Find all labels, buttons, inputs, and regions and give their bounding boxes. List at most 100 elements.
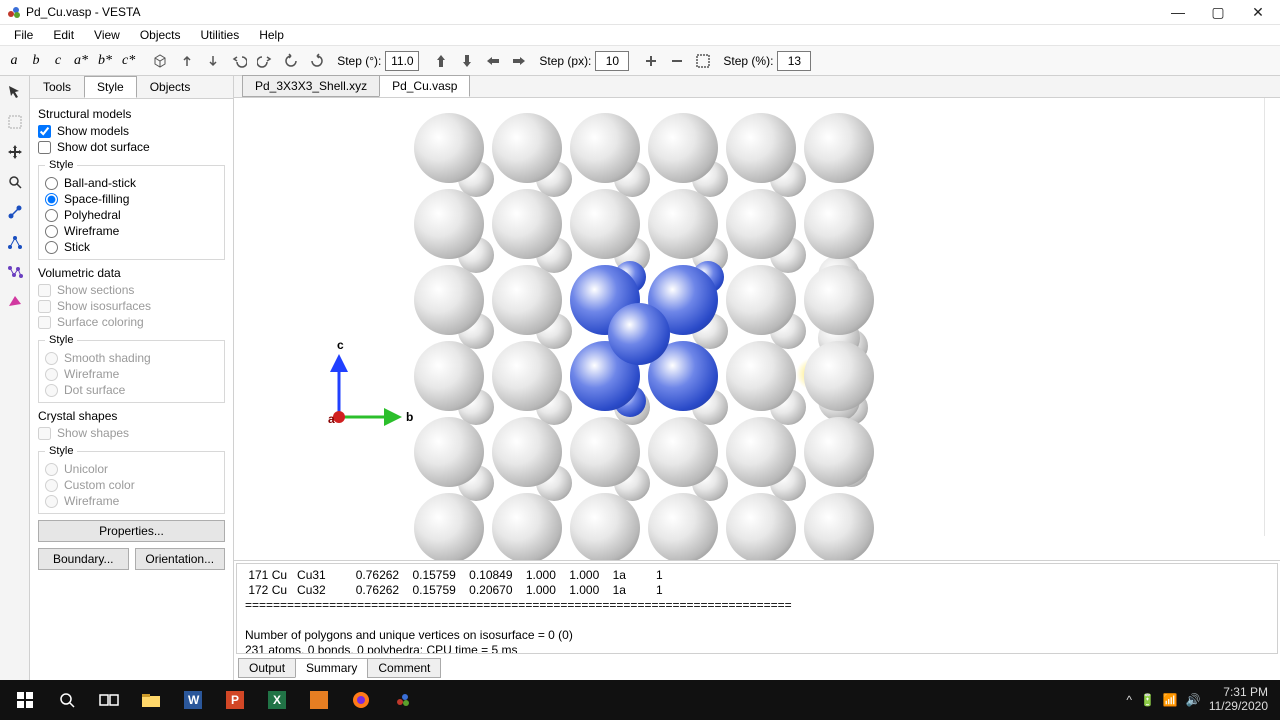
crystal-wireframe: Wireframe bbox=[45, 493, 218, 509]
rotate-cw-icon[interactable] bbox=[305, 49, 329, 73]
vesta-taskbar-icon[interactable] bbox=[382, 680, 424, 720]
fit-icon[interactable] bbox=[691, 49, 715, 73]
style-stick[interactable]: Stick bbox=[45, 239, 218, 255]
menu-help[interactable]: Help bbox=[249, 26, 294, 44]
tray-wifi-icon[interactable]: 📶 bbox=[1163, 693, 1178, 707]
redo-icon[interactable] bbox=[253, 49, 277, 73]
properties-button[interactable]: Properties... bbox=[38, 520, 225, 542]
atom-sphere bbox=[414, 493, 484, 560]
atom-sphere bbox=[492, 189, 562, 259]
tray-battery-icon[interactable]: 🔋 bbox=[1140, 693, 1155, 707]
style-space-filling[interactable]: Space-filling bbox=[45, 191, 218, 207]
rotate-ccw-icon[interactable] bbox=[279, 49, 303, 73]
axis-b-label: b bbox=[406, 410, 413, 424]
powerpoint-taskbar-icon[interactable]: P bbox=[214, 680, 256, 720]
view-cstar-button[interactable]: c* bbox=[118, 50, 139, 72]
firefox-taskbar-icon[interactable] bbox=[340, 680, 382, 720]
view-b-button[interactable]: b bbox=[26, 50, 46, 72]
view-bstar-button[interactable]: b* bbox=[94, 50, 116, 72]
system-tray[interactable]: ^ 🔋 📶 🔊 7:31 PM 11/29/2020 bbox=[1126, 686, 1276, 714]
atom-sphere bbox=[804, 113, 874, 183]
menu-utilities[interactable]: Utilities bbox=[191, 26, 250, 44]
rotate-up-icon[interactable] bbox=[175, 49, 199, 73]
translate-down-icon[interactable] bbox=[455, 49, 479, 73]
sidebar-tab-objects[interactable]: Objects bbox=[137, 76, 204, 98]
translate-right-icon[interactable] bbox=[507, 49, 531, 73]
word-taskbar-icon[interactable]: W bbox=[172, 680, 214, 720]
tray-volume-icon[interactable]: 🔊 bbox=[1186, 693, 1201, 707]
volumetric-data-heading: Volumetric data bbox=[38, 264, 225, 282]
svg-text:W: W bbox=[188, 693, 200, 707]
style-ball-and-stick[interactable]: Ball-and-stick bbox=[45, 175, 218, 191]
atom-sphere bbox=[726, 265, 796, 335]
atom-sphere bbox=[648, 189, 718, 259]
wireframe-cube-icon[interactable] bbox=[149, 49, 173, 73]
structural-models-heading: Structural models bbox=[38, 105, 225, 123]
translate-left-icon[interactable] bbox=[481, 49, 505, 73]
atom-sphere bbox=[648, 113, 718, 183]
tray-chevron-icon[interactable]: ^ bbox=[1126, 693, 1132, 707]
atom-sphere bbox=[726, 341, 796, 411]
show-shapes-checkbox: Show shapes bbox=[38, 425, 225, 441]
rotate-down-icon[interactable] bbox=[201, 49, 225, 73]
zoom-in-icon[interactable] bbox=[639, 49, 663, 73]
tab-pd-shell[interactable]: Pd_3X3X3_Shell.xyz bbox=[242, 75, 380, 97]
3d-viewport[interactable]: c b a ↖ bbox=[234, 98, 1280, 560]
explorer-taskbar-icon[interactable] bbox=[130, 680, 172, 720]
tab-pd-cu[interactable]: Pd_Cu.vasp bbox=[379, 75, 470, 97]
surface-coloring-checkbox: Surface coloring bbox=[38, 314, 225, 330]
crystal-shapes-heading: Crystal shapes bbox=[38, 407, 225, 425]
undo-icon[interactable] bbox=[227, 49, 251, 73]
excel-taskbar-icon[interactable]: X bbox=[256, 680, 298, 720]
move-icon[interactable] bbox=[3, 140, 27, 164]
step-deg-input[interactable] bbox=[385, 51, 419, 71]
start-button[interactable] bbox=[4, 680, 46, 720]
view-c-button[interactable]: c bbox=[48, 50, 68, 72]
menu-view[interactable]: View bbox=[84, 26, 130, 44]
tray-clock[interactable]: 7:31 PM 11/29/2020 bbox=[1209, 686, 1268, 714]
search-button[interactable] bbox=[46, 680, 88, 720]
menu-edit[interactable]: Edit bbox=[43, 26, 84, 44]
show-dot-surface-checkbox[interactable]: Show dot surface bbox=[38, 139, 225, 155]
app-taskbar-icon-1[interactable] bbox=[298, 680, 340, 720]
show-models-checkbox[interactable]: Show models bbox=[38, 123, 225, 139]
pointer-icon[interactable] bbox=[3, 80, 27, 104]
atom-sphere bbox=[726, 189, 796, 259]
angle-tool-icon[interactable] bbox=[3, 230, 27, 254]
magnify-icon[interactable] bbox=[3, 170, 27, 194]
select-rect-icon[interactable] bbox=[3, 110, 27, 134]
close-button[interactable]: ✕ bbox=[1238, 0, 1278, 24]
output-tab-output[interactable]: Output bbox=[238, 658, 296, 678]
sidebar: Tools Style Objects Structural models Sh… bbox=[30, 76, 234, 680]
zoom-out-icon[interactable] bbox=[665, 49, 689, 73]
style-polyhedral[interactable]: Polyhedral bbox=[45, 207, 218, 223]
orientation-button[interactable]: Orientation... bbox=[135, 548, 226, 570]
window-title: Pd_Cu.vasp - VESTA bbox=[26, 5, 1158, 19]
maximize-button[interactable]: ▢ bbox=[1198, 0, 1238, 24]
sidebar-tab-tools[interactable]: Tools bbox=[30, 76, 84, 98]
crystal-unicolor: Unicolor bbox=[45, 461, 218, 477]
crystal-custom-color: Custom color bbox=[45, 477, 218, 493]
step-pct-input[interactable] bbox=[777, 51, 811, 71]
view-astar-button[interactable]: a* bbox=[70, 50, 92, 72]
task-view-button[interactable] bbox=[88, 680, 130, 720]
boundary-button[interactable]: Boundary... bbox=[38, 548, 129, 570]
atom-sphere bbox=[648, 493, 718, 560]
translate-up-icon[interactable] bbox=[429, 49, 453, 73]
bond-tool-icon[interactable] bbox=[3, 200, 27, 224]
plane-tool-icon[interactable] bbox=[3, 290, 27, 314]
dihedral-tool-icon[interactable] bbox=[3, 260, 27, 284]
minimize-button[interactable]: — bbox=[1158, 0, 1198, 24]
output-text[interactable]: 171 Cu Cu31 0.76262 0.15759 0.10849 1.00… bbox=[236, 563, 1278, 654]
sidebar-tab-style[interactable]: Style bbox=[84, 76, 137, 98]
menu-objects[interactable]: Objects bbox=[130, 26, 191, 44]
menu-file[interactable]: File bbox=[4, 26, 43, 44]
style-wireframe[interactable]: Wireframe bbox=[45, 223, 218, 239]
vol-dot-surface: Dot surface bbox=[45, 382, 218, 398]
step-px-input[interactable] bbox=[595, 51, 629, 71]
view-a-button[interactable]: a bbox=[4, 50, 24, 72]
output-tab-comment[interactable]: Comment bbox=[367, 658, 441, 678]
output-tab-summary[interactable]: Summary bbox=[295, 658, 368, 678]
atom-sphere bbox=[726, 417, 796, 487]
viewport-scrollbar[interactable] bbox=[1264, 98, 1280, 536]
